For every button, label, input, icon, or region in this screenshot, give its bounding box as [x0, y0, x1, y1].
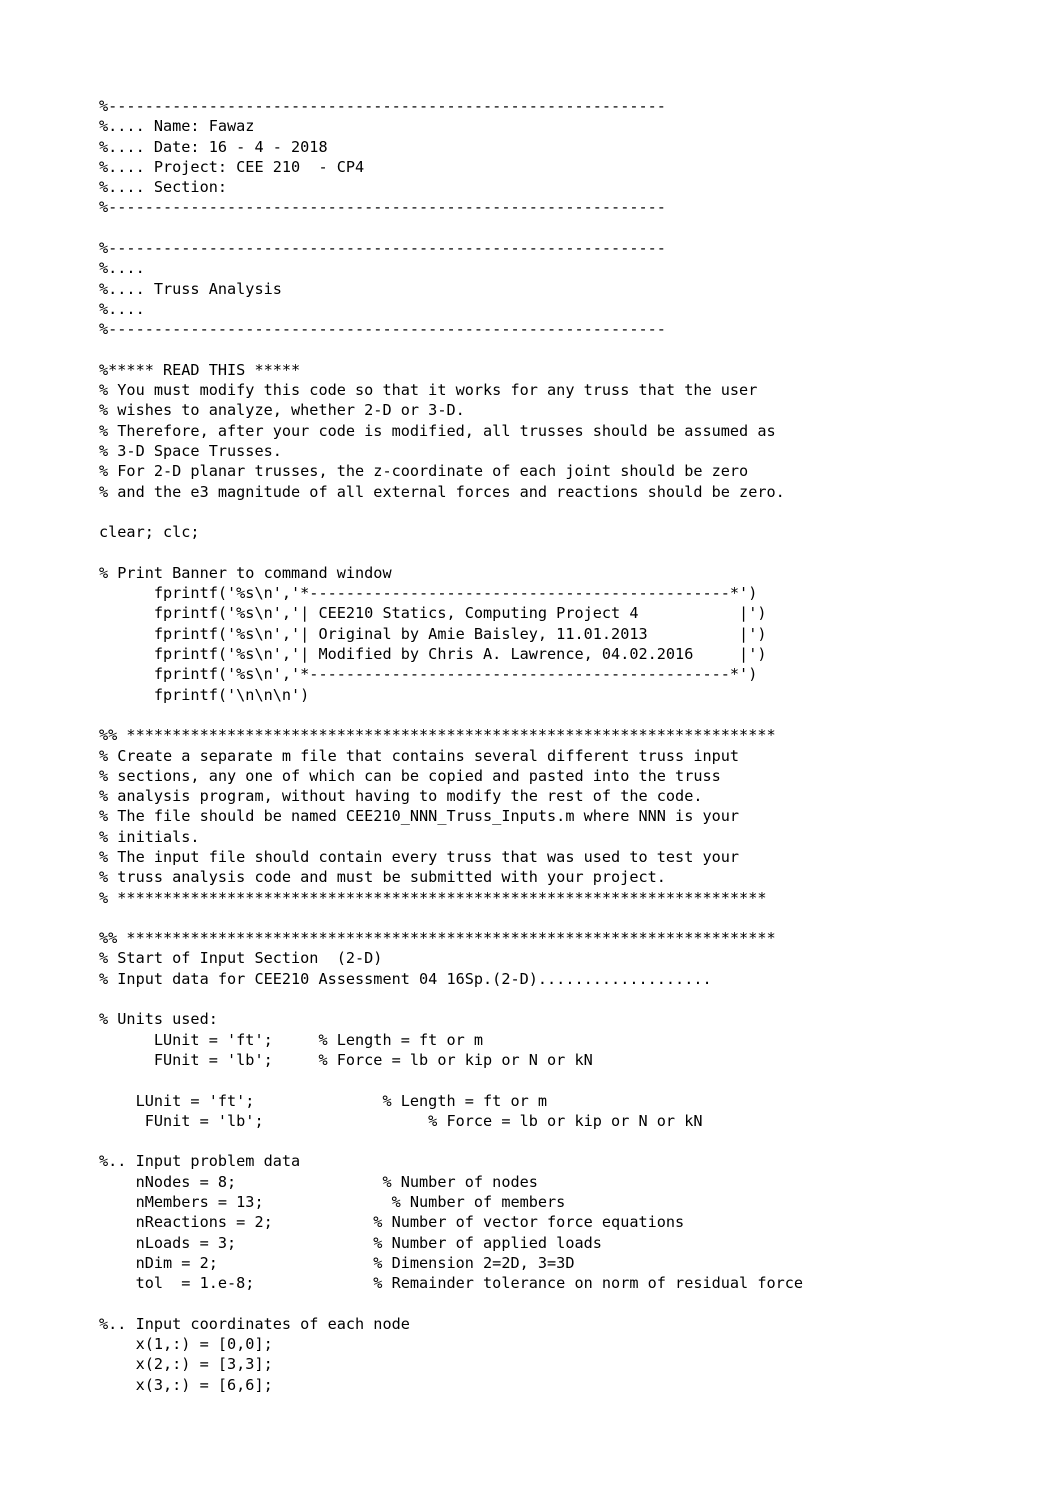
code-line: % The input file should contain every tr…	[99, 847, 740, 866]
code-line: %.. Input coordinates of each node	[99, 1314, 410, 1333]
code-line: FUnit = 'lb'; % Force = lb or kip or N o…	[99, 1111, 703, 1130]
code-line: % analysis program, without having to mo…	[99, 787, 703, 806]
code-line: % Create a separate m file that contains…	[99, 746, 740, 765]
code-line: % For 2-D planar trusses, the z-coordina…	[99, 462, 749, 481]
document-page: %---------------------------------------…	[0, 0, 1062, 1506]
code-line: % Input data for CEE210 Assessment 04 16…	[99, 969, 712, 988]
code-line: x(3,:) = [6,6];	[99, 1375, 273, 1394]
code-line: %.... Section:	[99, 178, 228, 197]
code-line: % truss analysis code and must be submit…	[99, 868, 666, 887]
code-line: tol = 1.e-8; % Remainder tolerance on no…	[99, 1274, 804, 1293]
code-line: %....	[99, 259, 145, 278]
code-line: nReactions = 2; % Number of vector force…	[99, 1213, 685, 1232]
code-line: %---------------------------------------…	[99, 97, 666, 115]
code-line: LUnit = 'ft'; % Length = ft or m	[99, 1030, 484, 1049]
code-line: nNodes = 8; % Number of nodes	[99, 1172, 538, 1191]
code-line: % wishes to analyze, whether 2-D or 3-D.	[99, 401, 465, 420]
code-line: % and the e3 magnitude of all external f…	[99, 482, 785, 501]
code-line: % The file should be named CEE210_NNN_Tr…	[99, 807, 740, 826]
code-line: nLoads = 3; % Number of applied loads	[99, 1233, 602, 1252]
code-line: clear; clc;	[99, 523, 200, 542]
code-line: x(2,:) = [3,3];	[99, 1355, 273, 1374]
code-line: fprintf('%s\n','*-----------------------…	[99, 584, 758, 603]
code-line: fprintf('%s\n','| Modified by Chris A. L…	[99, 645, 767, 664]
code-line: % You must modify this code so that it w…	[99, 381, 758, 400]
code-line: %.... Date: 16 - 4 - 2018	[99, 137, 328, 156]
code-line: % Start of Input Section (2-D)	[99, 949, 383, 968]
code-line: %.. Input problem data	[99, 1152, 301, 1171]
code-line: %% *************************************…	[99, 726, 776, 745]
code-line: %.... Project: CEE 210 - CP4	[99, 157, 365, 176]
code-line: %***** READ THIS *****	[99, 360, 301, 379]
code-line: fprintf('%s\n','| CEE210 Statics, Comput…	[99, 604, 767, 623]
code-line: % 3-D Space Trusses.	[99, 442, 282, 461]
code-line: % **************************************…	[99, 888, 767, 907]
code-line: %....	[99, 299, 145, 318]
code-line: %% *************************************…	[99, 929, 776, 948]
code-line: fprintf('%s\n','*-----------------------…	[99, 665, 758, 684]
code-line: nMembers = 13; % Number of members	[99, 1193, 566, 1212]
matlab-code-listing: %---------------------------------------…	[99, 96, 1039, 1395]
code-line: % sections, any one of which can be copi…	[99, 766, 721, 785]
code-line: x(1,:) = [0,0];	[99, 1335, 273, 1354]
code-line: LUnit = 'ft'; % Length = ft or m	[99, 1091, 548, 1110]
code-line: %.... Name: Fawaz	[99, 117, 255, 136]
code-line: fprintf('\n\n\n')	[99, 685, 310, 704]
code-line: %---------------------------------------…	[99, 198, 666, 217]
code-line: %---------------------------------------…	[99, 239, 666, 258]
code-line: %---------------------------------------…	[99, 320, 666, 339]
code-line: % initials.	[99, 827, 200, 846]
code-line: %.... Truss Analysis	[99, 279, 282, 298]
code-line: % Units used:	[99, 1010, 218, 1029]
code-line: % Print Banner to command window	[99, 563, 392, 582]
code-line: FUnit = 'lb'; % Force = lb or kip or N o…	[99, 1050, 593, 1069]
code-line: nDim = 2; % Dimension 2=2D, 3=3D	[99, 1253, 575, 1272]
code-line: % Therefore, after your code is modified…	[99, 421, 776, 440]
code-line: fprintf('%s\n','| Original by Amie Baisl…	[99, 624, 767, 643]
